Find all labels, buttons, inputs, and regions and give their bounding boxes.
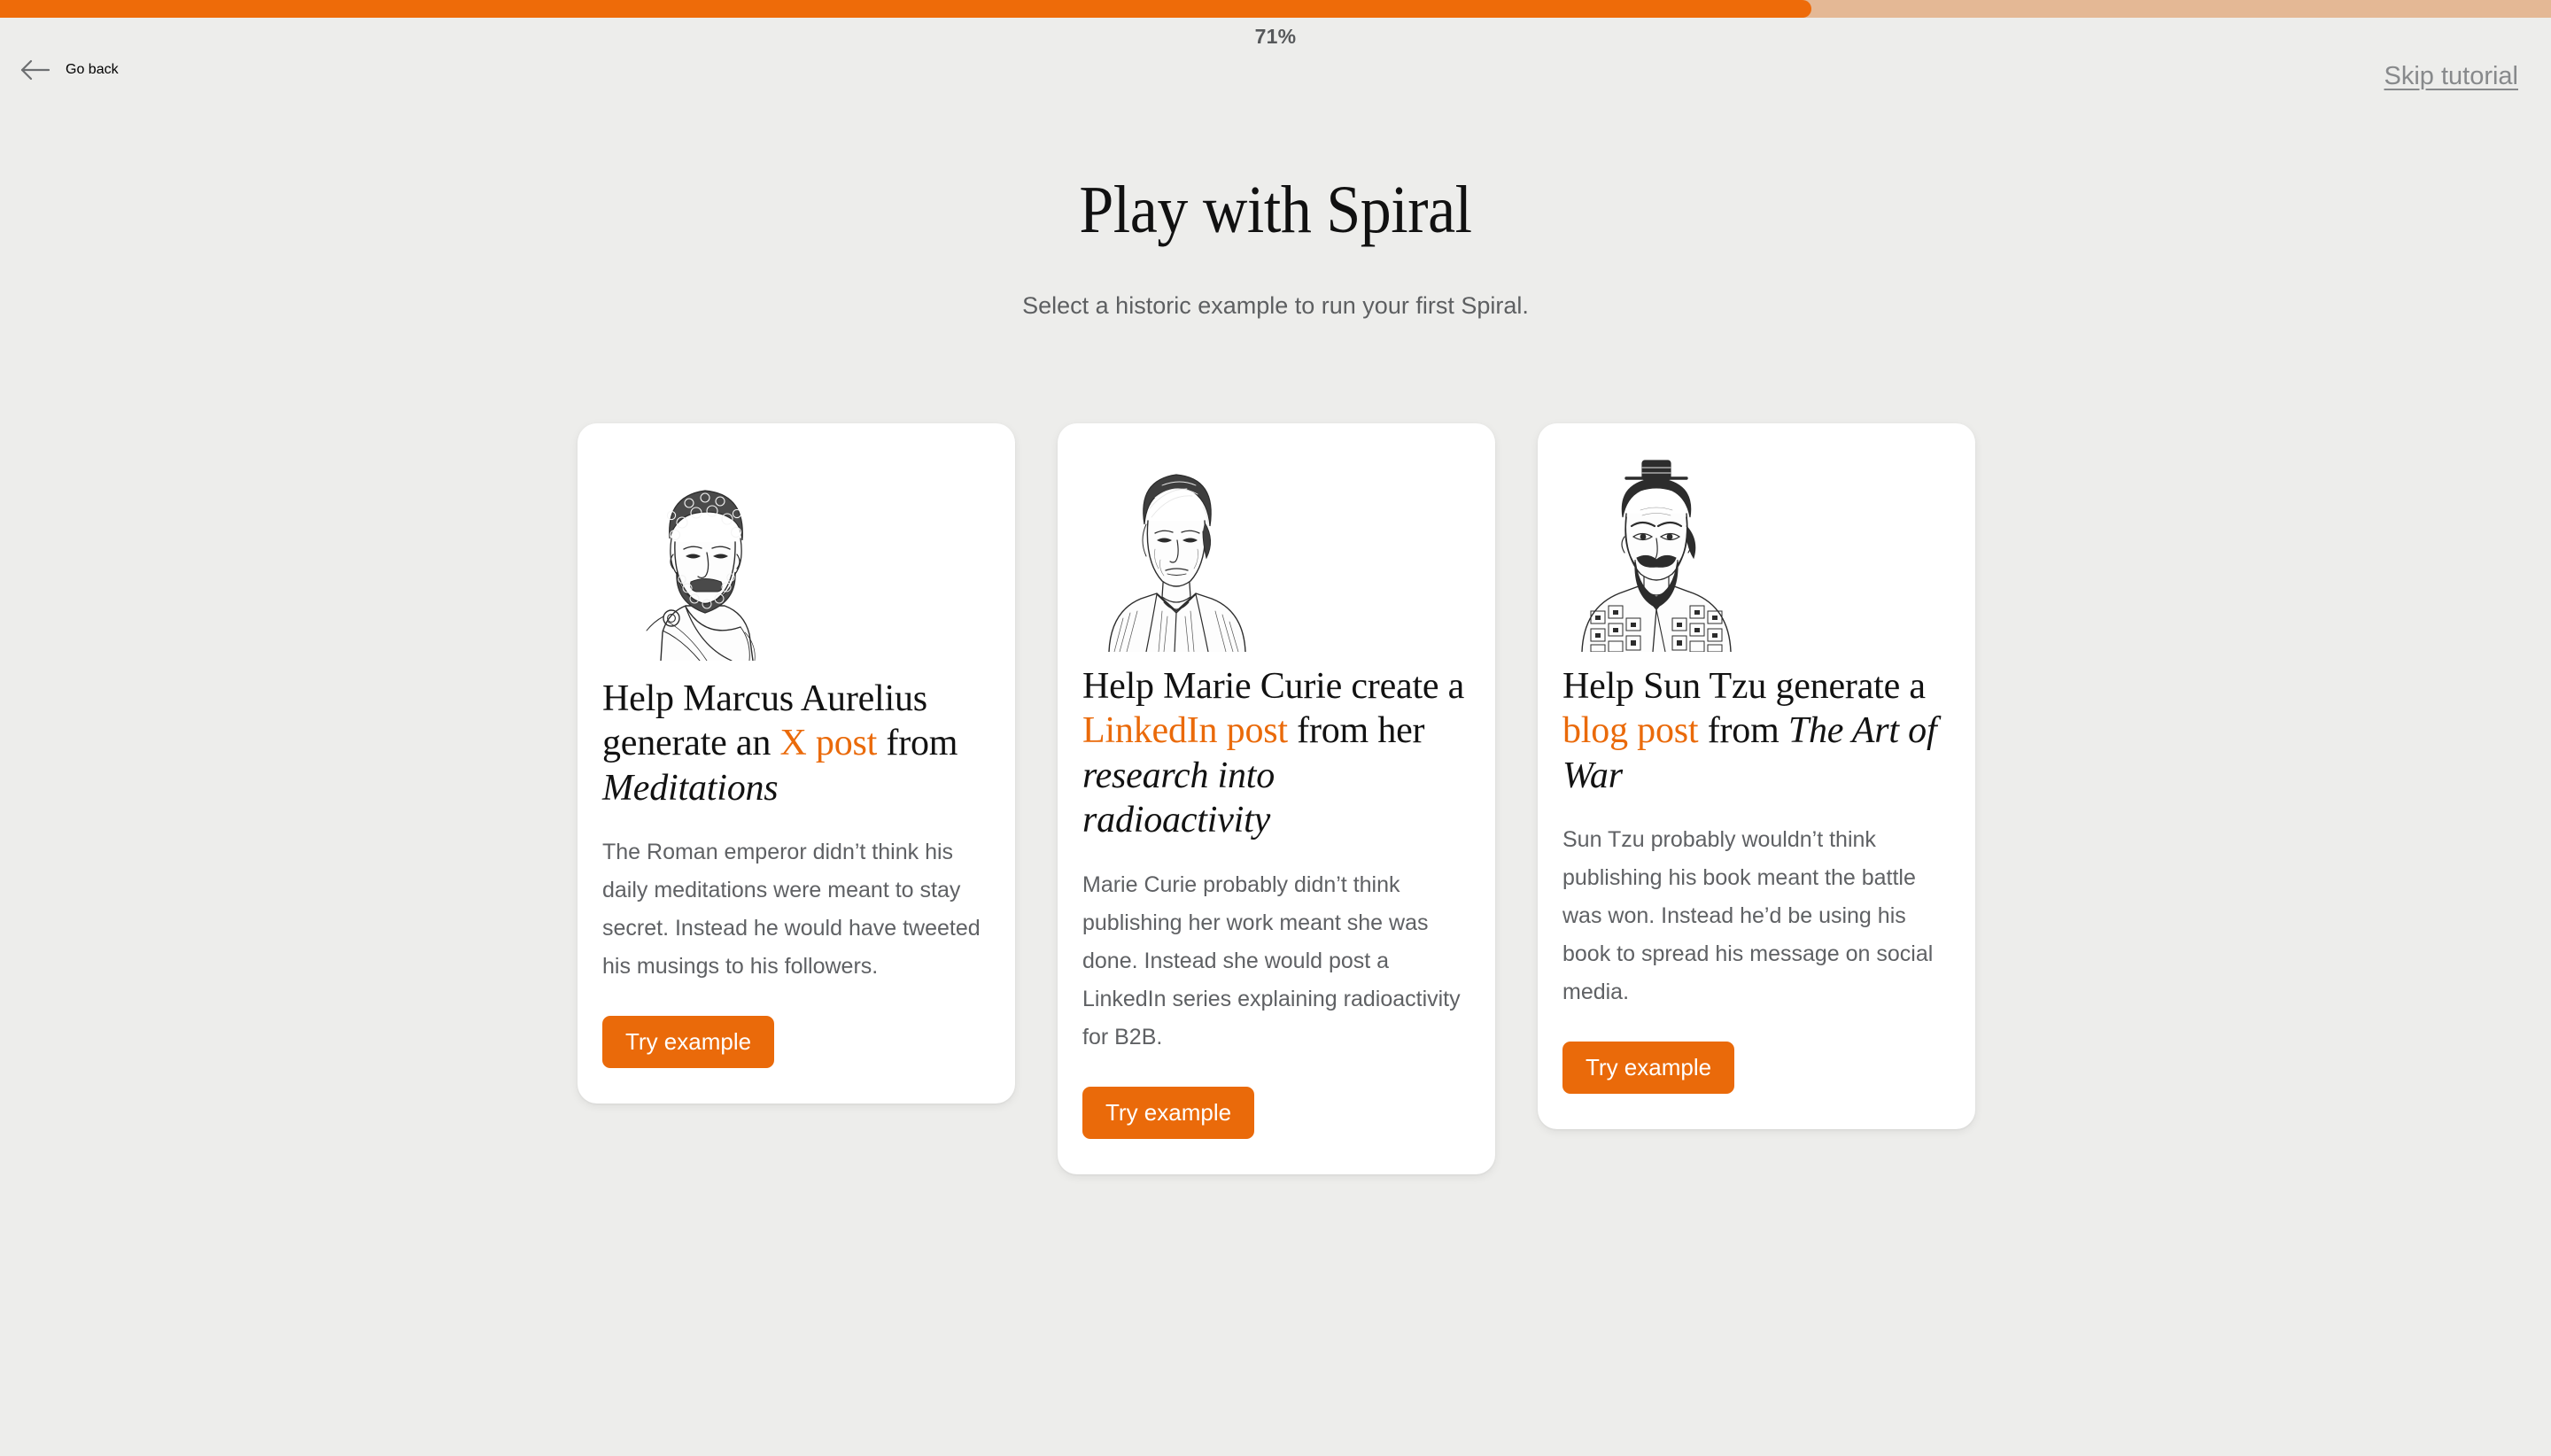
card-heading-highlight: X post [779, 723, 878, 764]
card-body-text: Marie Curie probably didn’t think publis… [1082, 871, 1461, 1049]
marie-curie-portrait [1082, 446, 1470, 652]
arrow-left-icon [19, 58, 51, 81]
tutorial-progress-track [0, 0, 2551, 18]
card-body-text: The Roman emperor didn’t think his daily… [602, 840, 981, 980]
card-heading: Help Marcus Aurelius generate an X post … [602, 677, 990, 810]
skip-tutorial-link[interactable]: Skip tutorial [2384, 62, 2518, 91]
try-example-button[interactable]: Try example [602, 1016, 775, 1069]
card-heading-part2: from [1698, 710, 1788, 752]
go-back-label: Go back [66, 62, 119, 77]
tutorial-progress-percent: 71% [1254, 25, 1297, 48]
card-heading-part1: Help Sun Tzu generate a [1562, 666, 1926, 707]
example-card-list: Help Marcus Aurelius generate an X post … [578, 423, 1975, 1174]
card-heading: Help Marie Curie create a LinkedIn post … [1082, 664, 1470, 843]
example-card-marie-curie[interactable]: Help Marie Curie create a LinkedIn post … [1058, 423, 1495, 1174]
try-example-button[interactable]: Try example [1082, 1086, 1255, 1139]
card-body-text: Sun Tzu probably wouldn’t think publishi… [1562, 827, 1934, 1005]
card-heading-italic: research into radioactivity [1082, 755, 1276, 841]
card-heading-part2: from [877, 723, 958, 764]
card-heading-italic: Meditations [602, 767, 779, 809]
example-card-sun-tzu[interactable]: Help Sun Tzu generate a blog post from T… [1538, 423, 1975, 1130]
card-heading-part2: from her [1287, 710, 1425, 752]
sun-tzu-portrait [1562, 446, 1950, 652]
page-subtitle: Select a historic example to run your fi… [1022, 292, 1529, 319]
card-heading-highlight: LinkedIn post [1082, 710, 1288, 752]
go-back-button[interactable]: Go back [19, 58, 119, 81]
try-example-button[interactable]: Try example [1562, 1042, 1735, 1095]
marcus-aurelius-portrait [602, 446, 990, 661]
card-heading-part1: Help Marie Curie create a [1082, 666, 1465, 707]
card-heading-highlight: blog post [1562, 710, 1699, 752]
tutorial-progress-fill [0, 0, 1811, 18]
card-heading: Help Sun Tzu generate a blog post from T… [1562, 664, 1950, 798]
page-title: Play with Spiral [1079, 173, 1472, 247]
example-card-marcus-aurelius[interactable]: Help Marcus Aurelius generate an X post … [578, 423, 1015, 1104]
